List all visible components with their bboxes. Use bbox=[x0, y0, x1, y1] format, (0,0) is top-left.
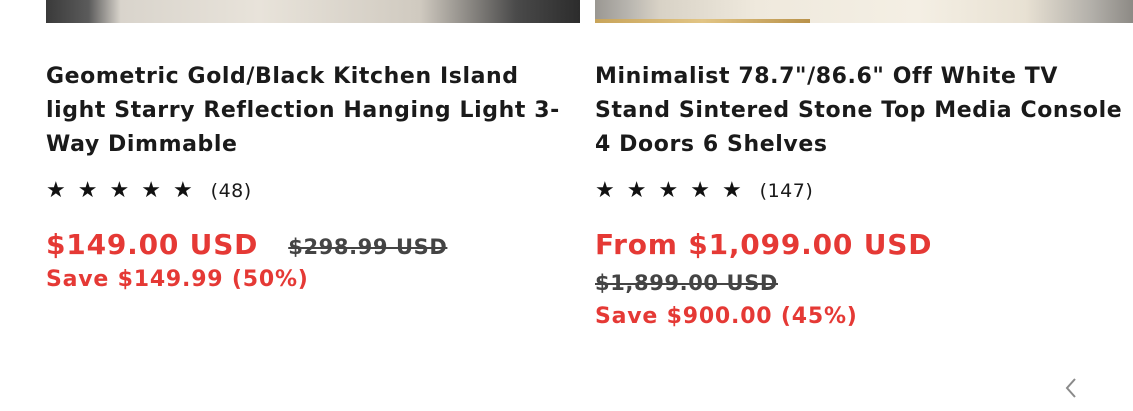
savings-text: Save $149.99 (50%) bbox=[46, 267, 309, 292]
product-card[interactable]: Minimalist 78.7"/86.6" Off White TV Stan… bbox=[595, 0, 1133, 329]
sale-price: $149.00 USD bbox=[46, 228, 259, 261]
review-count: (147) bbox=[759, 180, 814, 202]
savings-text: Save $900.00 (45%) bbox=[595, 304, 858, 329]
product-title[interactable]: Minimalist 78.7"/86.6" Off White TV Stan… bbox=[595, 60, 1133, 162]
star-rating: ★ ★ ★ ★ ★ bbox=[595, 180, 742, 202]
product-rating: ★ ★ ★ ★ ★ (147) bbox=[595, 176, 1133, 206]
price-row: $149.00 USD $298.99 USD bbox=[46, 228, 580, 261]
image-detail bbox=[595, 19, 811, 23]
carousel-prev-button[interactable] bbox=[1060, 374, 1082, 402]
star-icon: ★ bbox=[109, 178, 130, 203]
compare-at-price: $298.99 USD bbox=[288, 235, 448, 259]
review-count: (48) bbox=[210, 180, 252, 202]
price-row: From $1,099.00 USD bbox=[595, 228, 1133, 261]
star-icon: ★ bbox=[141, 178, 161, 203]
chevron-left-icon bbox=[1065, 378, 1076, 398]
star-icon: ★ bbox=[46, 178, 66, 203]
star-icon: ★ bbox=[721, 178, 742, 203]
product-card[interactable]: Geometric Gold/Black Kitchen Island ligh… bbox=[46, 0, 580, 292]
sale-price: From $1,099.00 USD bbox=[595, 228, 933, 261]
star-icon: ★ bbox=[658, 178, 679, 203]
compare-at-price: $1,899.00 USD bbox=[595, 271, 778, 295]
star-icon: ★ bbox=[172, 178, 193, 203]
star-icon: ★ bbox=[690, 178, 710, 203]
product-image[interactable] bbox=[46, 0, 580, 23]
product-image[interactable] bbox=[595, 0, 1133, 23]
star-icon: ★ bbox=[595, 178, 615, 203]
star-rating: ★ ★ ★ ★ ★ bbox=[46, 180, 193, 202]
product-title[interactable]: Geometric Gold/Black Kitchen Island ligh… bbox=[46, 60, 580, 162]
star-icon: ★ bbox=[626, 178, 647, 203]
star-icon: ★ bbox=[77, 178, 98, 203]
product-rating: ★ ★ ★ ★ ★ (48) bbox=[46, 176, 580, 206]
